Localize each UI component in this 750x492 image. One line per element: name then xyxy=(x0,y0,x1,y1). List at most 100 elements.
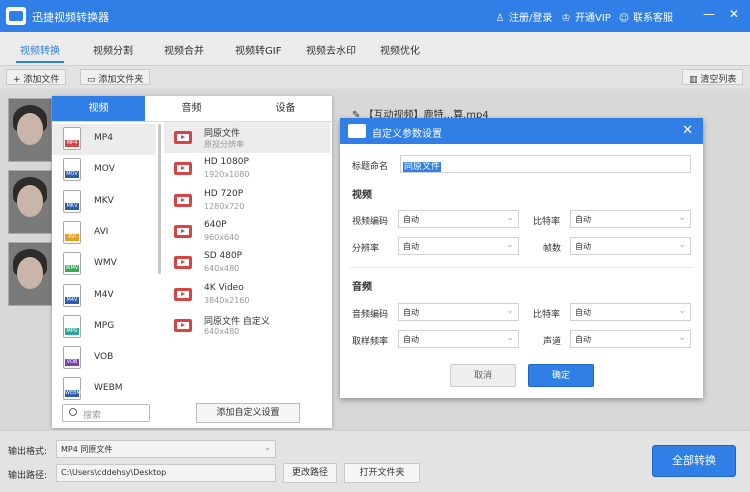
video-preset-icon xyxy=(174,287,192,301)
format-item[interactable]: M4V M4V xyxy=(52,281,156,312)
service-button[interactable]: ☺ 联系客服 xyxy=(618,9,673,24)
preset-item[interactable]: SD 480P 640x480 xyxy=(164,247,330,278)
file-format-icon: MPG xyxy=(63,314,81,338)
format-item[interactable]: AVI AVI xyxy=(52,218,156,249)
change-path-button[interactable]: 更改路径 xyxy=(283,463,337,483)
audio-codec-label: 音频编码 xyxy=(352,310,389,320)
video-codec-select[interactable]: 自动 ⌄ xyxy=(398,210,519,228)
channel-select[interactable]: 自动 ⌄ xyxy=(570,330,691,348)
preset-item[interactable]: HD 720P 1280x720 xyxy=(164,185,330,216)
add-file-button[interactable]: + 添加文件 xyxy=(6,69,67,85)
plus-icon: + xyxy=(13,75,24,85)
format-item[interactable]: WEBM WEBM xyxy=(52,374,156,405)
file-format-icon: MKV xyxy=(63,189,81,213)
trash-icon: ▥ xyxy=(689,75,701,85)
format-item[interactable]: MOV MOV xyxy=(52,155,156,186)
app-logo-icon xyxy=(348,124,366,138)
custom-params-dialog: 自定义参数设置 ✕ 标题命名 同原文件 视频 视频编码 自动 ⌄ 比特率 自动 ⌄ … xyxy=(340,118,703,398)
tab-video-merge[interactable]: 视频合并 xyxy=(164,42,204,57)
format-item[interactable]: MPG MPG xyxy=(52,312,156,343)
vip-button[interactable]: ♔ 开通VIP xyxy=(560,9,611,24)
clear-list-button[interactable]: ▥ 清空列表 xyxy=(682,69,744,85)
file-format-icon: AVI xyxy=(63,220,81,244)
cancel-button[interactable]: 取消 xyxy=(450,364,516,387)
video-thumbnail[interactable] xyxy=(8,242,52,306)
divider xyxy=(350,267,693,268)
output-format-label: 输出格式: xyxy=(8,447,48,457)
file-format-icon: VOB xyxy=(63,346,81,370)
title-name-input[interactable]: 同原文件 xyxy=(400,155,691,173)
dialog-title: 自定义参数设置 xyxy=(372,129,442,140)
preset-item[interactable]: 同原文件 原视分辨率 xyxy=(164,122,330,153)
title-name-label: 标题命名 xyxy=(352,162,389,172)
preset-item[interactable]: 4K Video 3840x2160 xyxy=(164,279,330,310)
dialog-close-icon[interactable]: ✕ xyxy=(682,123,693,138)
chevron-down-icon: ⌄ xyxy=(506,333,514,343)
nav-tabs: 视频转换 视频分割 视频合并 视频转GIF 视频去水印 视频优化 xyxy=(0,32,750,66)
video-preset-icon xyxy=(174,193,192,207)
format-item[interactable]: VOB VOB xyxy=(52,343,156,374)
video-section-label: 视频 xyxy=(352,190,372,201)
chevron-down-icon: ⌄ xyxy=(506,306,514,316)
video-thumbnail[interactable] xyxy=(8,98,52,162)
audio-codec-select[interactable]: 自动 ⌄ xyxy=(398,303,519,321)
title-bar: 迅捷视频转换器 ♙ 注册/登录 ♔ 开通VIP ☺ 联系客服 — ✕ xyxy=(0,0,750,32)
add-folder-button[interactable]: ▭ 添加文件夹 xyxy=(80,69,151,85)
login-button[interactable]: ♙ 注册/登录 xyxy=(494,9,553,24)
user-icon: ♙ xyxy=(495,13,505,24)
video-preset-icon xyxy=(174,224,192,238)
audio-bitrate-select[interactable]: 自动 ⌄ xyxy=(570,303,691,321)
chevron-down-icon: ⌄ xyxy=(506,213,514,223)
app-logo-icon xyxy=(6,7,26,25)
output-path-label: 输出路径: xyxy=(8,471,48,481)
minimize-button[interactable]: — xyxy=(701,7,717,21)
file-format-icon: M4V xyxy=(63,283,81,307)
format-scrollbar[interactable] xyxy=(158,124,161,274)
tab-video-convert[interactable]: 视频转换 xyxy=(16,42,64,63)
file-format-icon: WMV xyxy=(63,252,81,276)
close-button[interactable]: ✕ xyxy=(726,7,742,21)
tab-video-optimize[interactable]: 视频优化 xyxy=(380,42,420,57)
resolution-label: 分辨率 xyxy=(352,244,380,254)
resolution-select[interactable]: 自动 ⌄ xyxy=(398,237,519,255)
video-codec-label: 视频编码 xyxy=(352,217,389,227)
preset-item[interactable]: 同原文件 自定义 640x480 xyxy=(164,310,330,341)
open-folder-button[interactable]: 打开文件夹 xyxy=(344,463,420,483)
tab-video-to-gif[interactable]: 视频转GIF xyxy=(235,42,281,57)
format-tab-device[interactable]: 设备 xyxy=(239,96,332,122)
convert-all-button[interactable]: 全部转换 xyxy=(652,445,736,477)
video-preset-icon xyxy=(174,162,192,176)
dialog-title-bar: 自定义参数设置 ✕ xyxy=(340,118,703,144)
chevron-down-icon: ⌄ xyxy=(678,213,686,223)
video-preset-icon xyxy=(174,318,192,332)
chevron-down-icon: ⌄ xyxy=(678,333,686,343)
video-thumbnail[interactable] xyxy=(8,170,52,234)
format-tab-audio[interactable]: 音频 xyxy=(145,96,238,122)
bitrate-select[interactable]: 自动 ⌄ xyxy=(570,210,691,228)
framerate-label: 帧数 xyxy=(543,244,562,254)
preset-item[interactable]: HD 1080P 1920x1080 xyxy=(164,153,330,184)
format-item[interactable]: WMV WMV xyxy=(52,249,156,280)
format-item[interactable]: MKV MKV xyxy=(52,187,156,218)
tab-video-split[interactable]: 视频分割 xyxy=(93,42,133,57)
add-custom-setting-button[interactable]: 添加自定义设置 xyxy=(196,403,300,423)
crown-icon: ♔ xyxy=(561,13,571,24)
channel-label: 声道 xyxy=(543,337,562,347)
sample-rate-select[interactable]: 自动 ⌄ xyxy=(398,330,519,348)
format-search-input[interactable]: 搜索 xyxy=(62,404,150,422)
ok-button[interactable]: 确定 xyxy=(528,364,594,387)
format-tab-video[interactable]: 视频 xyxy=(52,96,145,122)
chevron-down-icon: ⌄ xyxy=(678,240,686,250)
file-format-icon: WEBM xyxy=(63,377,81,401)
video-preset-icon xyxy=(174,131,192,144)
tab-remove-watermark[interactable]: 视频去水印 xyxy=(306,42,356,57)
format-item[interactable]: MP4 MP4 xyxy=(52,124,156,155)
output-format-select[interactable]: MP4 同原文件 ⌄ xyxy=(56,440,276,458)
app-title: 迅捷视频转换器 xyxy=(32,11,109,24)
sample-rate-label: 取样频率 xyxy=(352,337,389,347)
chevron-down-icon: ⌄ xyxy=(264,443,271,452)
output-path-field[interactable]: C:\Users\cddehsy\Desktop xyxy=(56,464,276,482)
framerate-select[interactable]: 自动 ⌄ xyxy=(570,237,691,255)
preset-item[interactable]: 640P 960x640 xyxy=(164,216,330,247)
file-format-icon: MP4 xyxy=(63,127,81,150)
